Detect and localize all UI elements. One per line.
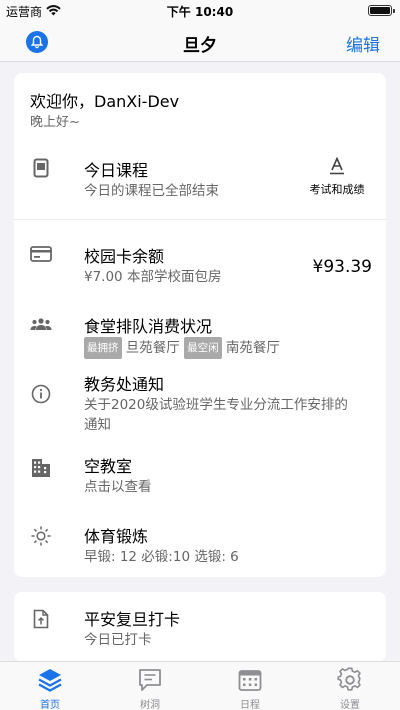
calendar-card-icon xyxy=(30,157,52,179)
checkin-subtitle: 今日已打卡 xyxy=(84,632,152,648)
tab-treehole[interactable]: 树洞 xyxy=(110,666,190,710)
dashboard-card: 欢迎你，DanXi-Dev 晚上好~ 今日课程 今日的课程已全部结束 考试和成绩… xyxy=(14,73,386,577)
tab-schedule[interactable]: 日程 xyxy=(210,666,290,710)
canteen-subtitle: 最拥挤 旦苑餐厅 最空闲 南苑餐厅 xyxy=(84,337,280,359)
greeting-subtitle: 晚上好~ xyxy=(30,115,80,130)
info-icon xyxy=(30,383,52,405)
exercise-item[interactable]: 体育锻炼 早锻: 12 必锻:10 选锻: 6 xyxy=(14,523,386,569)
card-balance-title: 校园卡余额 xyxy=(84,247,165,266)
exercise-title: 体育锻炼 xyxy=(84,527,149,546)
page-title: 旦夕 xyxy=(183,36,217,56)
busiest-badge: 最拥挤 xyxy=(84,337,122,359)
canteen-item[interactable]: 食堂排队消费状况 最拥挤 旦苑餐厅 最空闲 南苑餐厅 xyxy=(14,313,386,359)
edit-button[interactable]: 编辑 xyxy=(346,31,380,56)
gear-icon xyxy=(310,666,390,694)
exercise-subtitle: 早锻: 12 必锻:10 选锻: 6 xyxy=(84,549,239,565)
tab-settings[interactable]: 设置 xyxy=(310,666,390,710)
tab-home[interactable]: 首页 xyxy=(10,666,90,710)
checkin-item[interactable]: 平安复旦打卡 今日已打卡 xyxy=(14,606,386,652)
busiest-canteen: 旦苑餐厅 xyxy=(125,340,180,356)
card-balance-item[interactable]: 校园卡余额 ¥7.00 本部学校面包房 ¥93.39 xyxy=(14,243,386,289)
tab-treehole-label: 树洞 xyxy=(140,700,160,710)
credit-card-icon xyxy=(30,243,52,265)
status-bar: 运营商 下午 10:40 xyxy=(0,0,400,22)
checkin-card: 平安复旦打卡 今日已打卡 xyxy=(14,592,386,662)
card-balance-amount: ¥93.39 xyxy=(312,257,372,277)
layers-icon xyxy=(10,666,90,694)
canteen-title: 食堂排队消费状况 xyxy=(84,317,213,336)
calendar-icon xyxy=(210,666,290,694)
today-courses-title: 今日课程 xyxy=(84,161,149,180)
sun-icon xyxy=(30,525,52,547)
greeting-title: 欢迎你，DanXi-Dev xyxy=(30,92,180,111)
divider xyxy=(14,219,386,220)
exams-grades-label: 考试和成绩 xyxy=(309,183,365,196)
building-icon xyxy=(30,457,52,479)
status-time: 下午 10:40 xyxy=(166,5,234,19)
tab-settings-label: 设置 xyxy=(340,700,360,710)
classroom-title: 空教室 xyxy=(84,457,133,476)
freest-canteen: 南苑餐厅 xyxy=(225,340,280,356)
tab-bar: 首页 树洞 日程 设置 xyxy=(0,661,400,710)
people-icon xyxy=(30,313,52,335)
freest-badge: 最空闲 xyxy=(184,337,222,359)
file-upload-icon xyxy=(30,608,52,630)
notice-line-1: 关于2020级试验班学生专业分流工作安排的 xyxy=(84,397,348,413)
chat-icon xyxy=(110,666,190,694)
classroom-item[interactable]: 空教室 点击以查看 xyxy=(14,453,386,499)
text-a-icon xyxy=(302,156,372,175)
notice-title: 教务处通知 xyxy=(84,375,165,394)
notice-item[interactable]: 教务处通知 关于2020级试验班学生专业分流工作安排的 通知 xyxy=(14,371,386,437)
checkin-title: 平安复旦打卡 xyxy=(84,610,181,629)
card-balance-subtitle: ¥7.00 本部学校面包房 xyxy=(84,269,222,285)
today-courses-subtitle: 今日的课程已全部结束 xyxy=(84,183,219,199)
notice-line-2: 通知 xyxy=(84,417,111,433)
exams-grades-button[interactable]: 考试和成绩 xyxy=(302,156,372,197)
battery-icon xyxy=(368,5,395,16)
classroom-subtitle: 点击以查看 xyxy=(84,479,152,495)
tab-schedule-label: 日程 xyxy=(240,700,260,710)
tab-home-label: 首页 xyxy=(40,700,60,710)
today-courses-item[interactable]: 今日课程 今日的课程已全部结束 考试和成绩 xyxy=(14,156,386,203)
nav-bar: 旦夕 编辑 xyxy=(0,22,400,62)
